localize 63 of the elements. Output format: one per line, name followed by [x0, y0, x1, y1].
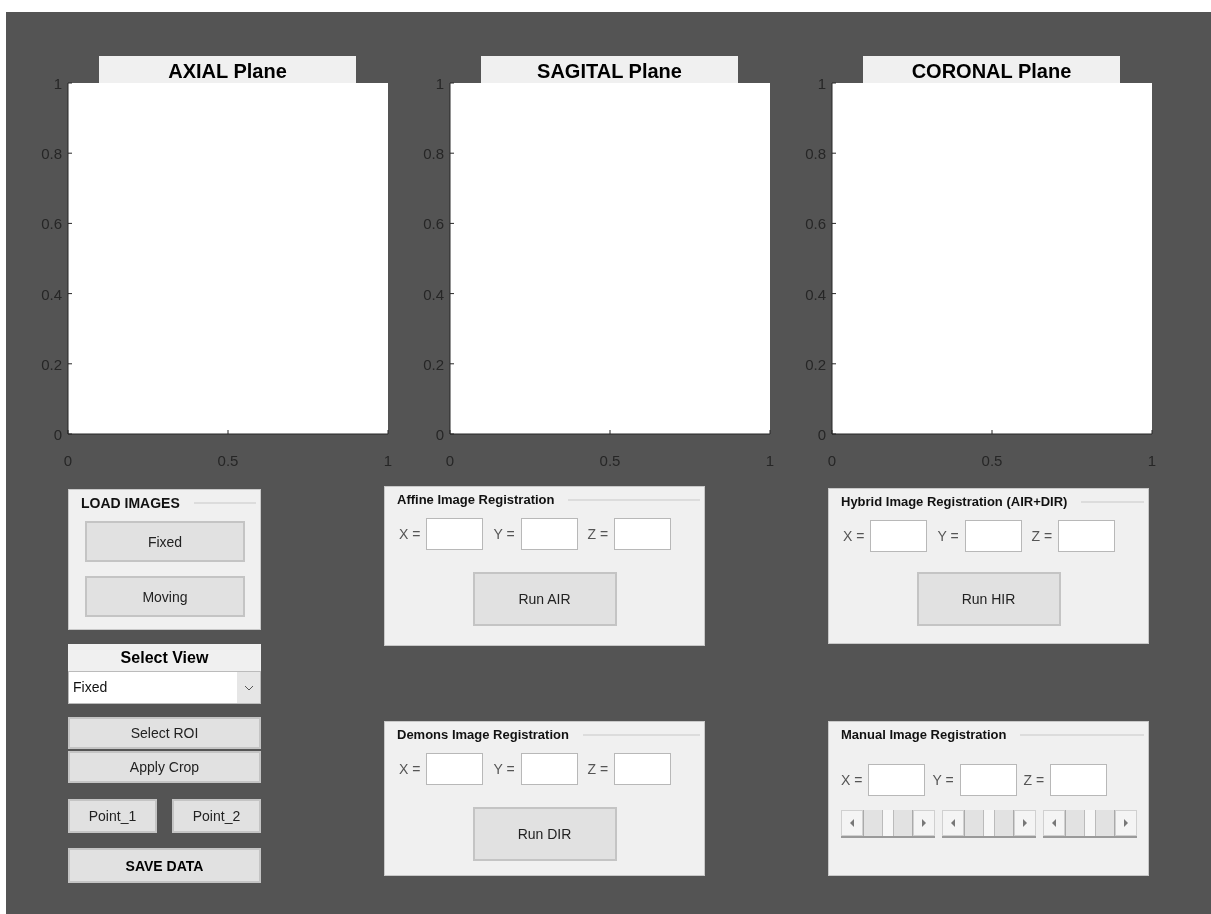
input-field[interactable] [1050, 764, 1108, 796]
panel-title: Manual Image Registration [841, 726, 1007, 744]
plot-title: AXIAL Plane [99, 56, 356, 83]
panel-title: LOAD IMAGES [81, 494, 180, 512]
field-label: Y = [937, 528, 959, 544]
input-field[interactable] [614, 518, 672, 550]
scroll-right-button[interactable] [1115, 810, 1137, 836]
field-label: Y = [493, 526, 515, 542]
input-field[interactable] [520, 753, 578, 785]
run-button[interactable]: Run HIR [916, 572, 1061, 626]
left-triangle-icon [1052, 819, 1056, 827]
slider-thumb[interactable] [882, 810, 894, 836]
scroll-right-button[interactable] [1014, 810, 1036, 836]
right-triangle-icon [1124, 819, 1128, 827]
point-button[interactable]: Point_2 [172, 799, 261, 833]
panel-title: Affine Image Registration [397, 491, 555, 509]
left-triangle-icon [951, 819, 955, 827]
input-field[interactable] [520, 518, 578, 550]
plot-title: SAGITAL Plane [481, 56, 738, 83]
slider[interactable] [942, 810, 1036, 838]
panel-title: Hybrid Image Registration (AIR+DIR) [841, 493, 1068, 511]
field-label: Y = [493, 761, 515, 777]
right-triangle-icon [922, 819, 926, 827]
load-button[interactable]: Moving [85, 576, 245, 617]
input-field[interactable] [959, 764, 1017, 796]
right-triangle-icon [1023, 819, 1027, 827]
field-label: X = [843, 528, 865, 544]
point-button[interactable]: Point_1 [68, 799, 157, 833]
left-triangle-icon [850, 819, 854, 827]
slider-thumb[interactable] [1084, 810, 1096, 836]
run-button[interactable]: Run DIR [472, 807, 617, 861]
input-field[interactable] [870, 520, 928, 552]
slider[interactable] [841, 810, 935, 838]
save-button[interactable]: SAVE DATA [68, 848, 261, 883]
slider[interactable] [1043, 810, 1137, 838]
field-label: Y = [932, 772, 954, 788]
crop-button[interactable]: Select ROI [68, 717, 261, 749]
input-field[interactable] [426, 518, 484, 550]
load-button[interactable]: Fixed [85, 521, 245, 562]
plot-title: CORONAL Plane [863, 56, 1120, 83]
view-dropdown[interactable]: Fixed [68, 671, 261, 704]
slider-thumb[interactable] [983, 810, 995, 836]
field-label: Z = [1023, 772, 1045, 788]
input-field[interactable] [614, 753, 672, 785]
input-field[interactable] [1058, 520, 1116, 552]
select-view-label: Select View [68, 644, 261, 671]
crop-button[interactable]: Apply Crop [68, 751, 261, 783]
scroll-left-button[interactable] [841, 810, 863, 836]
scroll-left-button[interactable] [1043, 810, 1065, 836]
field-label: X = [841, 772, 863, 788]
input-field[interactable] [426, 753, 484, 785]
field-label: Z = [587, 761, 609, 777]
input-field[interactable] [868, 764, 926, 796]
run-button[interactable]: Run AIR [472, 572, 617, 626]
input-field[interactable] [964, 520, 1022, 552]
scroll-left-button[interactable] [942, 810, 964, 836]
field-label: Z = [1031, 528, 1053, 544]
field-label: Z = [587, 526, 609, 542]
field-label: X = [399, 761, 421, 777]
scroll-right-button[interactable] [913, 810, 935, 836]
field-label: X = [399, 526, 421, 542]
chevron-icon [243, 684, 254, 691]
panel-title: Demons Image Registration [397, 726, 569, 744]
